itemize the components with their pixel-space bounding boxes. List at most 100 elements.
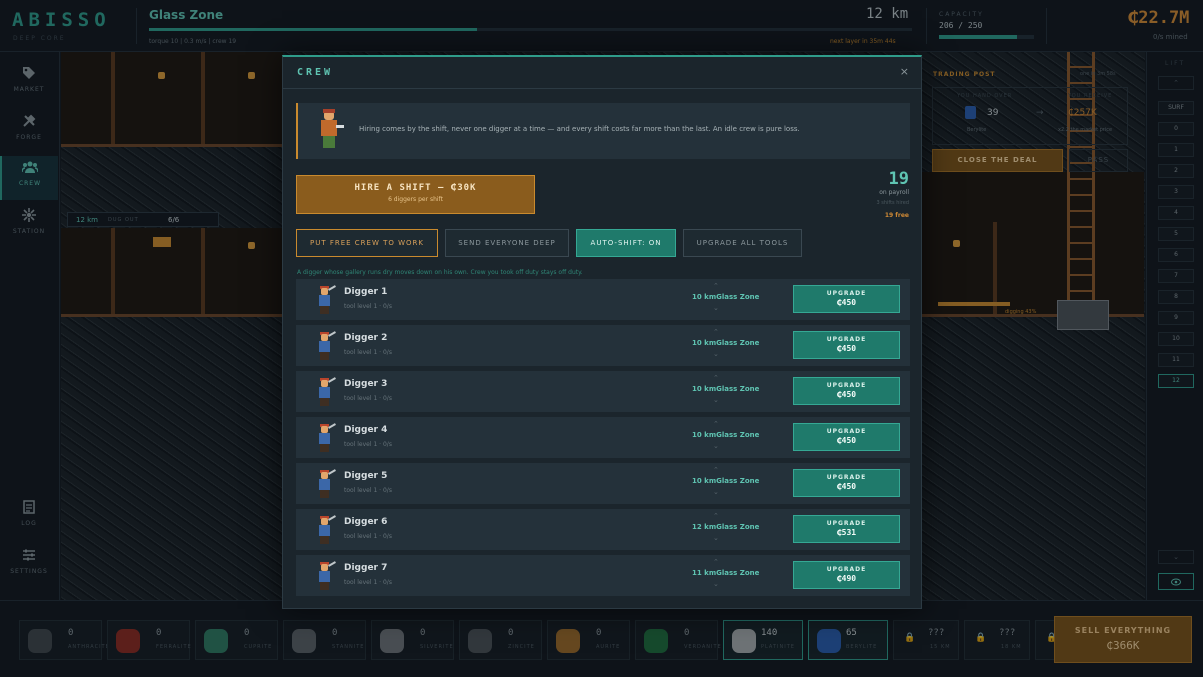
depth-up-button[interactable]: ⌃ (713, 558, 719, 566)
close-icon[interactable]: × (900, 65, 909, 78)
upgrade-label: UPGRADE (826, 290, 867, 297)
digger-row: Digger 7 tool level 1 · 0/s ⌃ 11 kmGlass Zo… (296, 555, 910, 596)
upgrade-cost: ₵450 (836, 390, 857, 399)
digger-zone: Glass Zone (716, 431, 760, 439)
send-everyone-deep-button[interactable]: SEND EVERYONE DEEP (445, 229, 569, 257)
notice-box: Hiring comes by the shift, never one dig… (296, 103, 910, 159)
game-root: ABISSO DEEP CORE Glass Zone torque 10 | … (0, 0, 1203, 677)
depth-down-button[interactable]: ⌄ (713, 580, 719, 588)
depth-up-button[interactable]: ⌃ (713, 328, 719, 336)
hire-shift-sub: 6 diggers per shift (388, 196, 443, 203)
digger-avatar (314, 285, 336, 315)
depth-up-button[interactable]: ⌃ (713, 512, 719, 520)
hire-shift-label: HIRE A SHIFT — ₵30K (354, 183, 477, 193)
payroll-count: 19 (888, 169, 909, 189)
upgrade-label: UPGRADE (826, 428, 867, 435)
digger-tool-level: tool level 1 · 0/s (344, 349, 392, 356)
digger-depth-km: 10 km (692, 431, 717, 439)
digger-depth: 10 kmGlass Zone (692, 385, 759, 393)
digger-avatar (314, 423, 336, 453)
digger-zone: Glass Zone (716, 523, 760, 531)
digger-depth-km: 10 km (692, 385, 717, 393)
upgrade-label: UPGRADE (826, 566, 867, 573)
auto-shift-toggle[interactable]: AUTO-SHIFT: ON (576, 229, 676, 257)
payroll-label: on payroll (879, 189, 909, 196)
upgrade-cost: ₵450 (836, 436, 857, 445)
digger-depth-km: 11 km (692, 569, 717, 577)
upgrade-all-tools-button[interactable]: UPGRADE ALL TOOLS (683, 229, 802, 257)
digger-tool-level: tool level 1 · 0/s (344, 303, 392, 310)
digger-name: Digger 5 (344, 471, 388, 481)
depth-down-button[interactable]: ⌄ (713, 442, 719, 450)
digger-depth: 11 kmGlass Zone (692, 569, 759, 577)
digger-depth: 10 kmGlass Zone (692, 293, 759, 301)
upgrade-label: UPGRADE (826, 382, 867, 389)
upgrade-digger-button[interactable]: UPGRADE ₵531 (793, 515, 900, 543)
upgrade-digger-button[interactable]: UPGRADE ₵450 (793, 377, 900, 405)
digger-depth: 10 kmGlass Zone (692, 431, 759, 439)
depth-down-button[interactable]: ⌄ (713, 304, 719, 312)
digger-tool-level: tool level 1 · 0/s (344, 441, 392, 448)
upgrade-cost: ₵450 (836, 344, 857, 353)
digger-avatar (314, 561, 336, 591)
depth-down-button[interactable]: ⌄ (713, 350, 719, 358)
digger-zone: Glass Zone (716, 477, 760, 485)
upgrade-digger-button[interactable]: UPGRADE ₵450 (793, 469, 900, 497)
digger-row: Digger 2 tool level 1 · 0/s ⌃ 10 kmGlass Zo… (296, 325, 910, 366)
digger-row: Digger 6 tool level 1 · 0/s ⌃ 12 kmGlass Zo… (296, 509, 910, 550)
upgrade-label: UPGRADE (826, 336, 867, 343)
digger-name: Digger 7 (344, 563, 388, 573)
depth-up-button[interactable]: ⌃ (713, 466, 719, 474)
depth-down-button[interactable]: ⌄ (713, 396, 719, 404)
digger-row: Digger 3 tool level 1 · 0/s ⌃ 10 kmGlass Zo… (296, 371, 910, 412)
digger-tool-level: tool level 1 · 0/s (344, 533, 392, 540)
digger-name: Digger 3 (344, 379, 388, 389)
put-free-crew-to-work-button[interactable]: PUT FREE CREW TO WORK (296, 229, 438, 257)
crew-hint: A digger whose gallery runs dry moves do… (297, 269, 583, 276)
digger-zone: Glass Zone (716, 569, 760, 577)
hire-shift-button[interactable]: HIRE A SHIFT — ₵30K 6 diggers per shift (296, 175, 535, 214)
digger-zone: Glass Zone (716, 293, 760, 301)
digger-avatar (314, 515, 336, 545)
digger-row: Digger 4 tool level 1 · 0/s ⌃ 10 kmGlass Zo… (296, 417, 910, 458)
digger-tool-level: tool level 1 · 0/s (344, 487, 392, 494)
digger-avatar (314, 469, 336, 499)
digger-depth: 10 kmGlass Zone (692, 477, 759, 485)
upgrade-cost: ₵450 (836, 482, 857, 491)
upgrade-cost: ₵531 (836, 528, 857, 537)
depth-up-button[interactable]: ⌃ (713, 420, 719, 428)
digger-depth-km: 10 km (692, 339, 717, 347)
digger-avatar (314, 331, 336, 361)
digger-depth: 12 kmGlass Zone (692, 523, 759, 531)
depth-up-button[interactable]: ⌃ (713, 282, 719, 290)
digger-name: Digger 1 (344, 287, 388, 297)
free-crew-count: 19 free (884, 212, 909, 219)
digger-depth-km: 10 km (692, 477, 717, 485)
depth-up-button[interactable]: ⌃ (713, 374, 719, 382)
digger-tool-level: tool level 1 · 0/s (344, 395, 392, 402)
digger-name: Digger 4 (344, 425, 388, 435)
upgrade-label: UPGRADE (826, 474, 867, 481)
digger-depth-km: 12 km (692, 523, 717, 531)
foreman-avatar (316, 109, 344, 151)
depth-down-button[interactable]: ⌄ (713, 534, 719, 542)
upgrade-digger-button[interactable]: UPGRADE ₵490 (793, 561, 900, 589)
upgrade-digger-button[interactable]: UPGRADE ₵450 (793, 285, 900, 313)
upgrade-cost: ₵450 (836, 298, 857, 307)
upgrade-digger-button[interactable]: UPGRADE ₵450 (793, 331, 900, 359)
upgrade-digger-button[interactable]: UPGRADE ₵450 (793, 423, 900, 451)
digger-row: Digger 1 tool level 1 · 0/s ⌃ 10 kmGlass Zo… (296, 279, 910, 320)
digger-row: Digger 5 tool level 1 · 0/s ⌃ 10 kmGlass Zo… (296, 463, 910, 504)
crew-modal: CREW × Hiring comes by the shift, never … (282, 55, 922, 609)
digger-tool-level: tool level 1 · 0/s (344, 579, 392, 586)
digger-name: Digger 6 (344, 517, 388, 527)
depth-down-button[interactable]: ⌄ (713, 488, 719, 496)
digger-zone: Glass Zone (716, 339, 760, 347)
modal-header: CREW × (283, 57, 921, 89)
notice-text: Hiring comes by the shift, never one dig… (359, 125, 800, 133)
digger-zone: Glass Zone (716, 385, 760, 393)
digger-avatar (314, 377, 336, 407)
digger-name: Digger 2 (344, 333, 388, 343)
digger-depth: 10 kmGlass Zone (692, 339, 759, 347)
digger-depth-km: 10 km (692, 293, 717, 301)
